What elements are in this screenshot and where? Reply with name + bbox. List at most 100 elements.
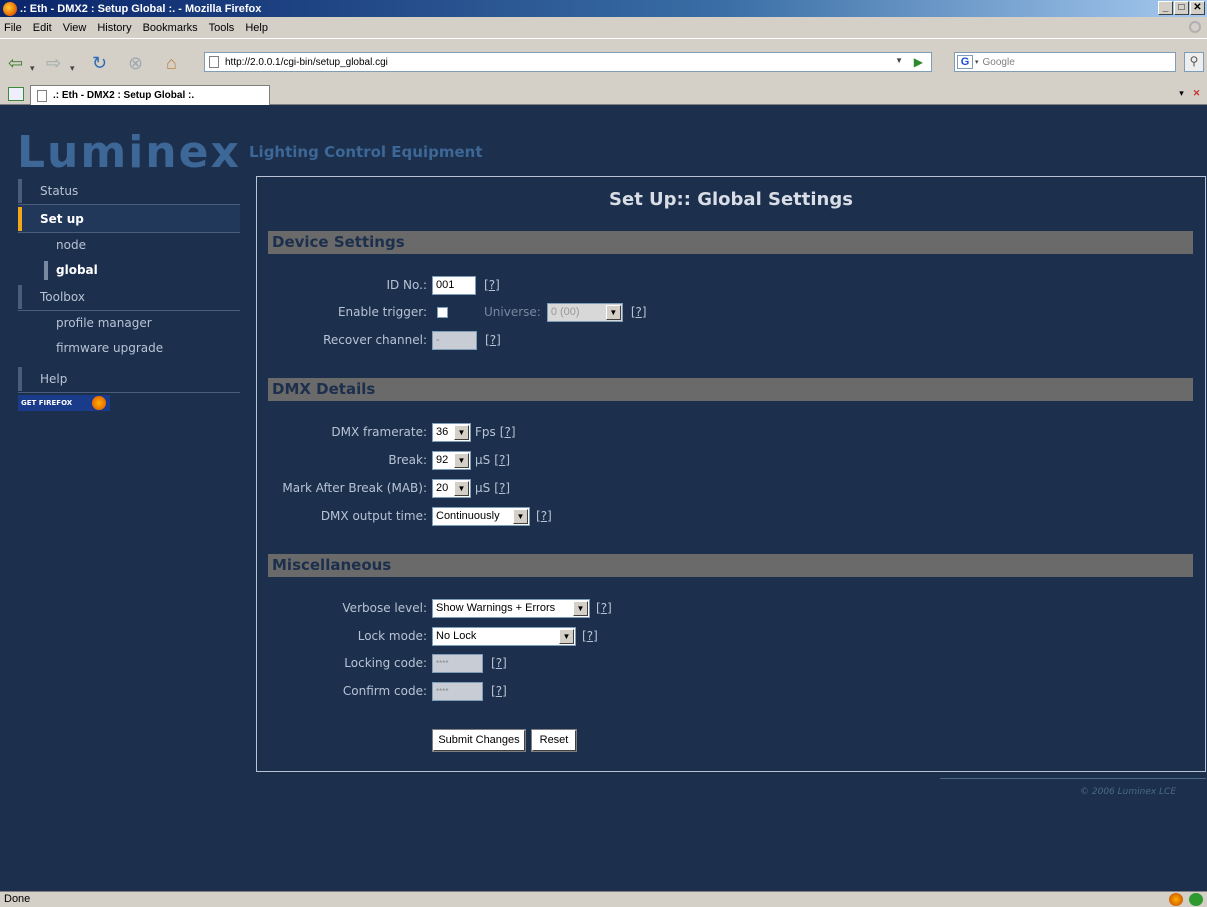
forward-dropdown-icon[interactable]: ▾ — [70, 59, 75, 77]
sidebar-item-toolbox[interactable]: Toolbox — [18, 283, 240, 311]
output-time-select[interactable]: Continuously ▼ — [432, 506, 530, 526]
menu-bookmarks[interactable]: Bookmarks — [143, 22, 198, 34]
sidebar-item-label: profile manager — [56, 316, 152, 330]
menu-file[interactable]: File — [4, 22, 22, 34]
locking-code-label: Locking code: — [344, 656, 427, 670]
enable-trigger-checkbox[interactable] — [437, 306, 448, 318]
help-link[interactable]: [?] — [491, 656, 507, 670]
chevron-down-icon: ▼ — [454, 452, 469, 468]
universe-label: Universe: — [484, 305, 541, 319]
firefox-status-icon[interactable] — [1169, 893, 1183, 906]
help-mark: ? — [489, 333, 497, 347]
back-dropdown-icon[interactable]: ▾ — [30, 59, 35, 77]
close-button[interactable]: ✕ — [1190, 1, 1205, 15]
sidebar-item-firmware-upgrade[interactable]: firmware upgrade — [18, 336, 240, 361]
section-dmx-details: DMX Details — [268, 378, 1193, 401]
sidebar-item-node[interactable]: node — [18, 233, 240, 258]
help-link[interactable]: [?] — [500, 425, 516, 439]
submit-changes-button[interactable]: Submit Changes — [432, 729, 526, 752]
sidebar-nav: Status Set up node global Toolbox profil… — [18, 177, 240, 411]
help-link[interactable]: [?] — [582, 629, 598, 643]
url-dropdown-icon[interactable]: ▼ — [895, 56, 903, 65]
menu-view[interactable]: View — [63, 22, 87, 34]
sidebar-item-label: node — [56, 238, 86, 252]
status-text: Done — [4, 893, 31, 905]
maximize-button[interactable]: □ — [1174, 1, 1189, 15]
help-mark: ? — [635, 305, 642, 319]
recover-channel-field[interactable]: - — [432, 330, 477, 350]
help-mark: ? — [586, 629, 594, 643]
sidebar-item-label: Set up — [40, 212, 84, 226]
search-icon[interactable]: ⚲ — [1184, 52, 1204, 72]
confirm-code-label: Confirm code: — [342, 684, 427, 698]
status-bar: Done — [0, 891, 1207, 907]
row-output-time: DMX output time: Continuously ▼ [?] — [257, 505, 552, 527]
mab-value: 20 — [436, 482, 449, 494]
locking-code-field[interactable]: **** — [432, 653, 483, 673]
search-input[interactable]: G ▾ Google — [954, 52, 1176, 72]
minimize-button[interactable]: _ — [1158, 1, 1173, 15]
forward-icon[interactable]: ⇨ — [46, 54, 61, 72]
sidebar-marker — [44, 261, 48, 280]
section-device-settings: Device Settings — [268, 231, 1193, 254]
window-title-bar[interactable]: .: Eth - DMX2 : Setup Global :. - Mozill… — [0, 0, 1207, 17]
footer-divider — [940, 778, 1206, 779]
framerate-value: 36 — [436, 426, 449, 438]
sidebar-item-setup[interactable]: Set up — [18, 205, 240, 233]
framerate-label: DMX framerate: — [331, 425, 427, 439]
help-link[interactable]: [?] — [494, 481, 510, 495]
reload-icon[interactable]: ↻ — [92, 54, 107, 72]
search-engine-icon[interactable]: G — [957, 55, 973, 69]
sidebar-item-status[interactable]: Status — [18, 177, 240, 205]
menu-help[interactable]: Help — [245, 22, 268, 34]
verbose-select[interactable]: Show Warnings + Errors ▼ — [432, 598, 590, 618]
chevron-down-icon: ▼ — [513, 508, 528, 524]
sidebar-item-profile-manager[interactable]: profile manager — [18, 311, 240, 336]
id-field[interactable]: 001 — [432, 275, 476, 295]
mab-select[interactable]: 20 ▼ — [432, 478, 471, 498]
stop-icon[interactable]: ⊗ — [128, 54, 143, 72]
verbose-value: Show Warnings + Errors — [436, 602, 556, 614]
ok-status-icon[interactable] — [1189, 893, 1203, 906]
help-mark: ? — [498, 453, 506, 467]
menu-edit[interactable]: Edit — [33, 22, 52, 34]
reset-button[interactable]: Reset — [531, 729, 577, 752]
help-link[interactable]: [?] — [596, 601, 612, 615]
page-icon — [209, 56, 219, 68]
url-text: http://2.0.0.1/cgi-bin/setup_global.cgi — [225, 56, 388, 68]
tab-list-icon[interactable]: ▾ — [1175, 86, 1188, 101]
menu-history[interactable]: History — [97, 22, 131, 34]
page-content: Luminex Lighting Control Equipment Statu… — [0, 105, 1207, 891]
search-engine-dropdown-icon[interactable]: ▾ — [975, 58, 979, 66]
help-mark: ? — [600, 601, 608, 615]
help-link[interactable]: [?] — [494, 453, 510, 467]
help-link[interactable]: [?] — [491, 684, 507, 698]
confirm-code-field[interactable]: **** — [432, 681, 483, 701]
help-link[interactable]: [?] — [485, 333, 501, 347]
sidebar-item-global[interactable]: global — [18, 258, 240, 283]
tab-close-icon[interactable]: ✕ — [1190, 86, 1203, 101]
go-icon[interactable]: ▶ — [914, 55, 923, 69]
sidebar-item-label: Status — [40, 184, 79, 198]
sidebar-item-help[interactable]: Help — [18, 365, 240, 393]
home-icon[interactable]: ⌂ — [166, 54, 177, 72]
break-select[interactable]: 92 ▼ — [432, 450, 471, 470]
tab-setup-global[interactable]: .: Eth - DMX2 : Setup Global :. — [30, 85, 270, 105]
menu-tools[interactable]: Tools — [209, 22, 235, 34]
sidebar-marker — [18, 179, 22, 203]
help-link[interactable]: [?] — [536, 509, 552, 523]
row-framerate: DMX framerate: 36 ▼ Fps [?] — [257, 421, 516, 443]
url-bar[interactable]: http://2.0.0.1/cgi-bin/setup_global.cgi … — [204, 52, 932, 72]
help-link[interactable]: [?] — [631, 305, 647, 319]
sidebar-marker — [18, 367, 22, 391]
get-firefox-badge[interactable]: GET FIREFOX — [18, 395, 110, 411]
help-link[interactable]: [?] — [484, 278, 500, 292]
back-icon[interactable]: ⇦ — [8, 54, 23, 72]
new-tab-icon[interactable] — [8, 87, 24, 101]
help-mark: ? — [495, 684, 503, 698]
universe-select[interactable]: 0 (00) ▼ — [546, 302, 623, 322]
lock-mode-value: No Lock — [436, 630, 477, 642]
lock-mode-select[interactable]: No Lock ▼ — [432, 626, 576, 646]
framerate-select[interactable]: 36 ▼ — [432, 422, 471, 442]
row-break: Break: 92 ▼ µS [?] — [257, 449, 510, 471]
